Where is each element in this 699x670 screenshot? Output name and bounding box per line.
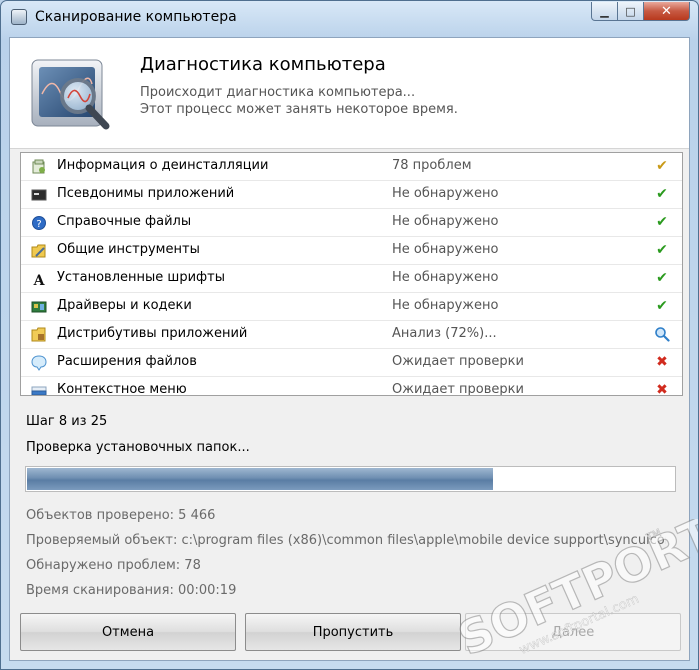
progress-bar-fill [27,468,493,490]
next-button[interactable]: Далее [465,613,681,651]
item-name: Установленные шрифты [57,270,225,285]
list-item[interactable]: Драйверы и кодеки Не обнаружено ✔ [21,293,682,321]
list-item[interactable]: Информация о деинсталляции 78 проблем ✔ [21,153,682,181]
progress-bar [25,466,676,492]
item-status: Ожидает проверки [392,382,524,396]
item-name: Общие инструменты [57,242,200,257]
minimize-button[interactable]: ▁ [591,2,618,21]
objects-checked: Объектов проверено: 5 466 [26,508,216,523]
maximize-icon: □ [625,4,636,18]
close-icon: ✕ [661,3,672,19]
context-menu-icon [31,383,47,395]
window-controls: ▁ □ ✕ [591,2,690,22]
skip-button[interactable]: Пропустить [245,613,461,651]
cancel-button[interactable]: Отмена [20,613,236,651]
check-icon: ✔ [656,298,668,314]
item-status: Не обнаружено [392,214,499,229]
check-icon: ✔ [656,270,668,286]
drivers-codecs-icon [31,299,47,315]
item-name: Расширения файлов [57,354,197,369]
app-distributions-icon [31,327,47,343]
item-name: Справочные файлы [57,214,192,229]
app-alias-icon [31,187,47,203]
subtitle-line: Этот процесс может занять некоторое врем… [140,102,458,117]
svg-text:?: ? [36,219,41,230]
check-icon: ✔ [656,214,668,230]
item-status: Ожидает проверки [392,354,524,369]
page-subtitle: Происходит диагностика компьютера... Это… [140,84,458,118]
problems-found: Обнаружено проблем: 78 [26,558,201,573]
search-icon [654,326,670,346]
scan-window: Сканирование компьютера ▁ □ ✕ Диагностик… [0,0,699,670]
title-bar[interactable]: Сканирование компьютера ▁ □ ✕ [1,1,698,37]
item-name: Дистрибутивы приложений [57,326,248,341]
minimize-icon: ▁ [600,4,609,18]
list-item[interactable]: ? Справочные файлы Не обнаружено ✔ [21,209,682,237]
close-button[interactable]: ✕ [644,2,690,21]
list-item[interactable]: Общие инструменты Не обнаружено ✔ [21,237,682,265]
item-status: 78 проблем [392,158,472,173]
help-files-icon: ? [31,215,47,231]
item-status: Не обнаружено [392,242,499,257]
fonts-icon: A [31,271,47,287]
check-icon: ✔ [656,242,668,258]
item-status: Не обнаружено [392,298,499,313]
dialog-client-area: Диагностика компьютера Происходит диагно… [9,37,690,661]
app-icon [11,9,27,25]
step-counter: Шаг 8 из 25 [26,414,108,429]
item-status: Анализ (72%)... [392,326,497,341]
list-item[interactable]: Дистрибутивы приложений Анализ (72%)... [21,321,682,349]
list-item[interactable]: Расширения файлов Ожидает проверки ✖ [21,349,682,377]
cross-icon: ✖ [656,354,668,370]
subtitle-line: Происходит диагностика компьютера... [140,85,416,100]
list-item[interactable]: Псевдонимы приложений Не обнаружено ✔ [21,181,682,209]
shared-tools-icon [31,243,47,259]
scan-time: Время сканирования: 00:00:19 [26,583,237,598]
item-name: Контекстное меню [57,382,187,396]
item-status: Не обнаружено [392,270,499,285]
header-panel: Диагностика компьютера Происходит диагно… [10,38,689,149]
page-title: Диагностика компьютера [140,54,386,75]
diagnostics-monitor-icon [31,59,110,130]
list-item[interactable]: A Установленные шрифты Не обнаружено ✔ [21,265,682,293]
svg-text:A: A [33,273,46,287]
file-extensions-icon [31,355,47,371]
item-name: Драйверы и кодеки [57,298,192,313]
item-status: Не обнаружено [392,186,499,201]
current-object: Проверяемый объект: c:\program files (x8… [26,533,666,548]
scan-items-list[interactable]: Информация о деинсталляции 78 проблем ✔ … [20,152,683,396]
window-title: Сканирование компьютера [35,9,237,25]
item-name: Информация о деинсталляции [57,158,269,173]
current-task: Проверка установочных папок... [26,440,250,455]
check-icon: ✔ [656,186,668,202]
uninstall-info-icon [31,159,47,175]
list-item[interactable]: Контекстное меню Ожидает проверки ✖ [21,377,682,396]
item-name: Псевдонимы приложений [57,186,235,201]
cross-icon: ✖ [656,382,668,396]
warning-check-icon: ✔ [656,158,668,174]
maximize-button[interactable]: □ [618,2,644,21]
